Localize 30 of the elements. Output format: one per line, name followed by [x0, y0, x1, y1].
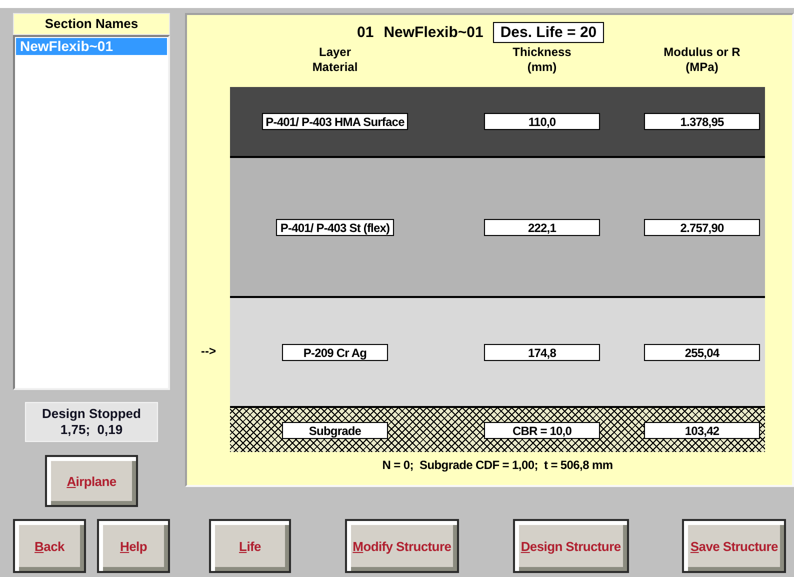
material-field[interactable]: Subgrade [282, 422, 388, 438]
material-field[interactable]: P-209 Cr Ag [282, 344, 388, 360]
thickness-field[interactable]: 222,1 [484, 218, 600, 236]
design-life-field: Des. Life = 20 [493, 22, 604, 43]
cbr-field[interactable]: CBR = 10,0 [484, 422, 600, 438]
thickness-field[interactable]: 110,0 [484, 113, 600, 130]
summary-text: N = 0; Subgrade CDF = 1,00; t = 506,8 mm [381, 458, 614, 472]
list-header: Section Names [13, 13, 170, 35]
column-header: Thickness (mm) [512, 45, 572, 76]
modulus-field[interactable]: 103,42 [644, 422, 760, 438]
action-button[interactable]: Modify Structure [344, 519, 460, 573]
material-field[interactable]: P-401/ P-403 St (flex) [276, 218, 394, 236]
section-title: NewFlexib~01 [384, 24, 484, 41]
column-header: Layer Material [311, 45, 359, 76]
action-button[interactable]: Save Structure [682, 519, 786, 573]
section-number: 01 [357, 24, 374, 41]
thickness-field[interactable]: 174,8 [484, 344, 600, 360]
modulus-field[interactable]: 2.757,90 [644, 218, 760, 236]
nav-button[interactable]: Back [13, 519, 86, 573]
action-button[interactable]: Life [209, 519, 291, 573]
status-title: Design Stopped [41, 406, 142, 422]
action-button[interactable]: Design Structure [512, 519, 629, 573]
airplane-button[interactable]: Airplane [45, 455, 138, 507]
column-header: Modulus or R (MPa) [662, 45, 742, 76]
modulus-field[interactable]: 1.378,95 [644, 113, 760, 130]
nav-button[interactable]: Help [97, 519, 170, 573]
modulus-field[interactable]: 255,04 [644, 344, 760, 360]
current-layer-marker: --> [201, 344, 216, 358]
status-values: 1,75; 0,19 [59, 422, 124, 438]
material-field[interactable]: P-401/ P-403 HMA Surface [262, 113, 408, 130]
